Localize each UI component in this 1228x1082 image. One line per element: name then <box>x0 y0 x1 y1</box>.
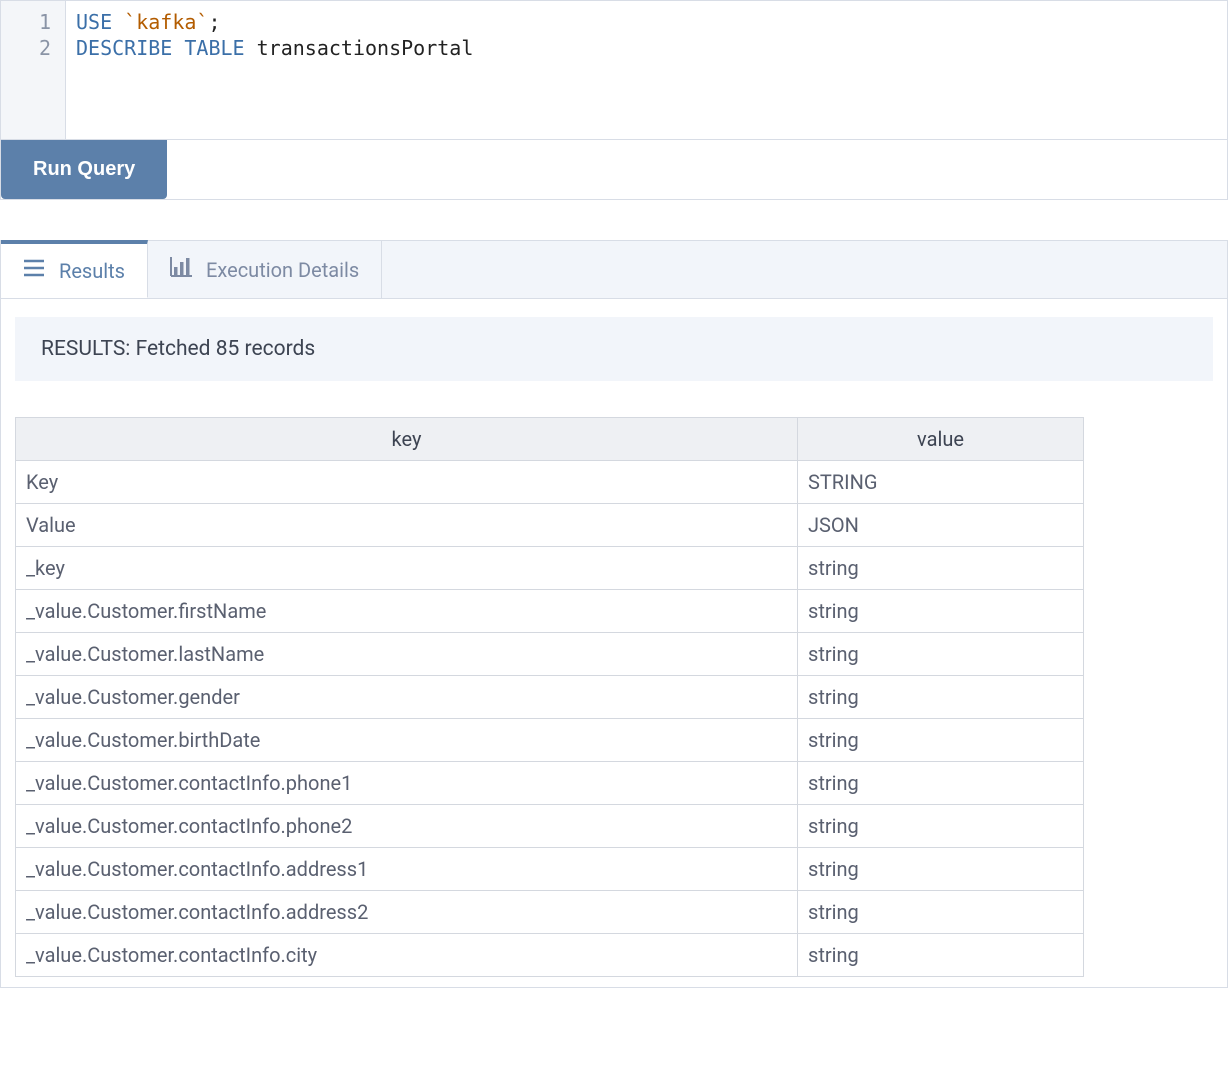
table-row: _value.Customer.contactInfo.citystring <box>16 934 1084 977</box>
list-icon <box>23 258 45 283</box>
cell-value: JSON <box>798 504 1084 547</box>
bar-chart-icon <box>170 257 192 282</box>
table-row: KeySTRING <box>16 461 1084 504</box>
cell-value: string <box>798 676 1084 719</box>
tab-results-label: Results <box>59 259 125 283</box>
cell-value: string <box>798 547 1084 590</box>
cell-key: _key <box>16 547 798 590</box>
sql-editor[interactable]: 12 USE `kafka`;DESCRIBE TABLE transactio… <box>0 0 1228 140</box>
table-row: _value.Customer.contactInfo.phone2string <box>16 805 1084 848</box>
editor-toolbar: Run Query <box>0 140 1228 200</box>
code-line[interactable]: DESCRIBE TABLE transactionsPortal <box>76 35 1217 61</box>
results-status: RESULTS: Fetched 85 records <box>15 317 1213 381</box>
editor-code[interactable]: USE `kafka`;DESCRIBE TABLE transactionsP… <box>66 1 1227 139</box>
cell-value: string <box>798 934 1084 977</box>
cell-value: string <box>798 805 1084 848</box>
cell-key: Key <box>16 461 798 504</box>
results-table: key value KeySTRINGValueJSON_keystring_v… <box>15 417 1084 977</box>
cell-value: string <box>798 762 1084 805</box>
editor-gutter: 12 <box>1 1 66 139</box>
tab-results[interactable]: Results <box>1 240 148 298</box>
cell-key: _value.Customer.birthDate <box>16 719 798 762</box>
cell-value: string <box>798 590 1084 633</box>
table-row: _value.Customer.contactInfo.phone1string <box>16 762 1084 805</box>
table-row: _value.Customer.lastNamestring <box>16 633 1084 676</box>
cell-key: Value <box>16 504 798 547</box>
line-number: 1 <box>1 9 65 35</box>
cell-key: _value.Customer.contactInfo.address2 <box>16 891 798 934</box>
result-tabs: Results Execution Details <box>0 240 1228 299</box>
cell-key: _value.Customer.contactInfo.phone1 <box>16 762 798 805</box>
cell-value: string <box>798 633 1084 676</box>
tab-execution-details-label: Execution Details <box>206 258 359 282</box>
tab-execution-details[interactable]: Execution Details <box>148 241 382 298</box>
run-query-button[interactable]: Run Query <box>1 140 167 199</box>
cell-key: _value.Customer.firstName <box>16 590 798 633</box>
table-row: _value.Customer.genderstring <box>16 676 1084 719</box>
table-row: _keystring <box>16 547 1084 590</box>
cell-key: _value.Customer.gender <box>16 676 798 719</box>
col-header-value: value <box>798 418 1084 461</box>
table-header-row: key value <box>16 418 1084 461</box>
cell-key: _value.Customer.contactInfo.phone2 <box>16 805 798 848</box>
cell-value: string <box>798 891 1084 934</box>
table-row: ValueJSON <box>16 504 1084 547</box>
table-row: _value.Customer.contactInfo.address1stri… <box>16 848 1084 891</box>
table-row: _value.Customer.contactInfo.address2stri… <box>16 891 1084 934</box>
code-line[interactable]: USE `kafka`; <box>76 9 1217 35</box>
table-row: _value.Customer.firstNamestring <box>16 590 1084 633</box>
line-number: 2 <box>1 35 65 61</box>
cell-value: STRING <box>798 461 1084 504</box>
cell-key: _value.Customer.contactInfo.city <box>16 934 798 977</box>
cell-key: _value.Customer.contactInfo.address1 <box>16 848 798 891</box>
results-panel: RESULTS: Fetched 85 records key value Ke… <box>0 299 1228 988</box>
cell-value: string <box>798 719 1084 762</box>
cell-value: string <box>798 848 1084 891</box>
col-header-key: key <box>16 418 798 461</box>
cell-key: _value.Customer.lastName <box>16 633 798 676</box>
table-row: _value.Customer.birthDatestring <box>16 719 1084 762</box>
